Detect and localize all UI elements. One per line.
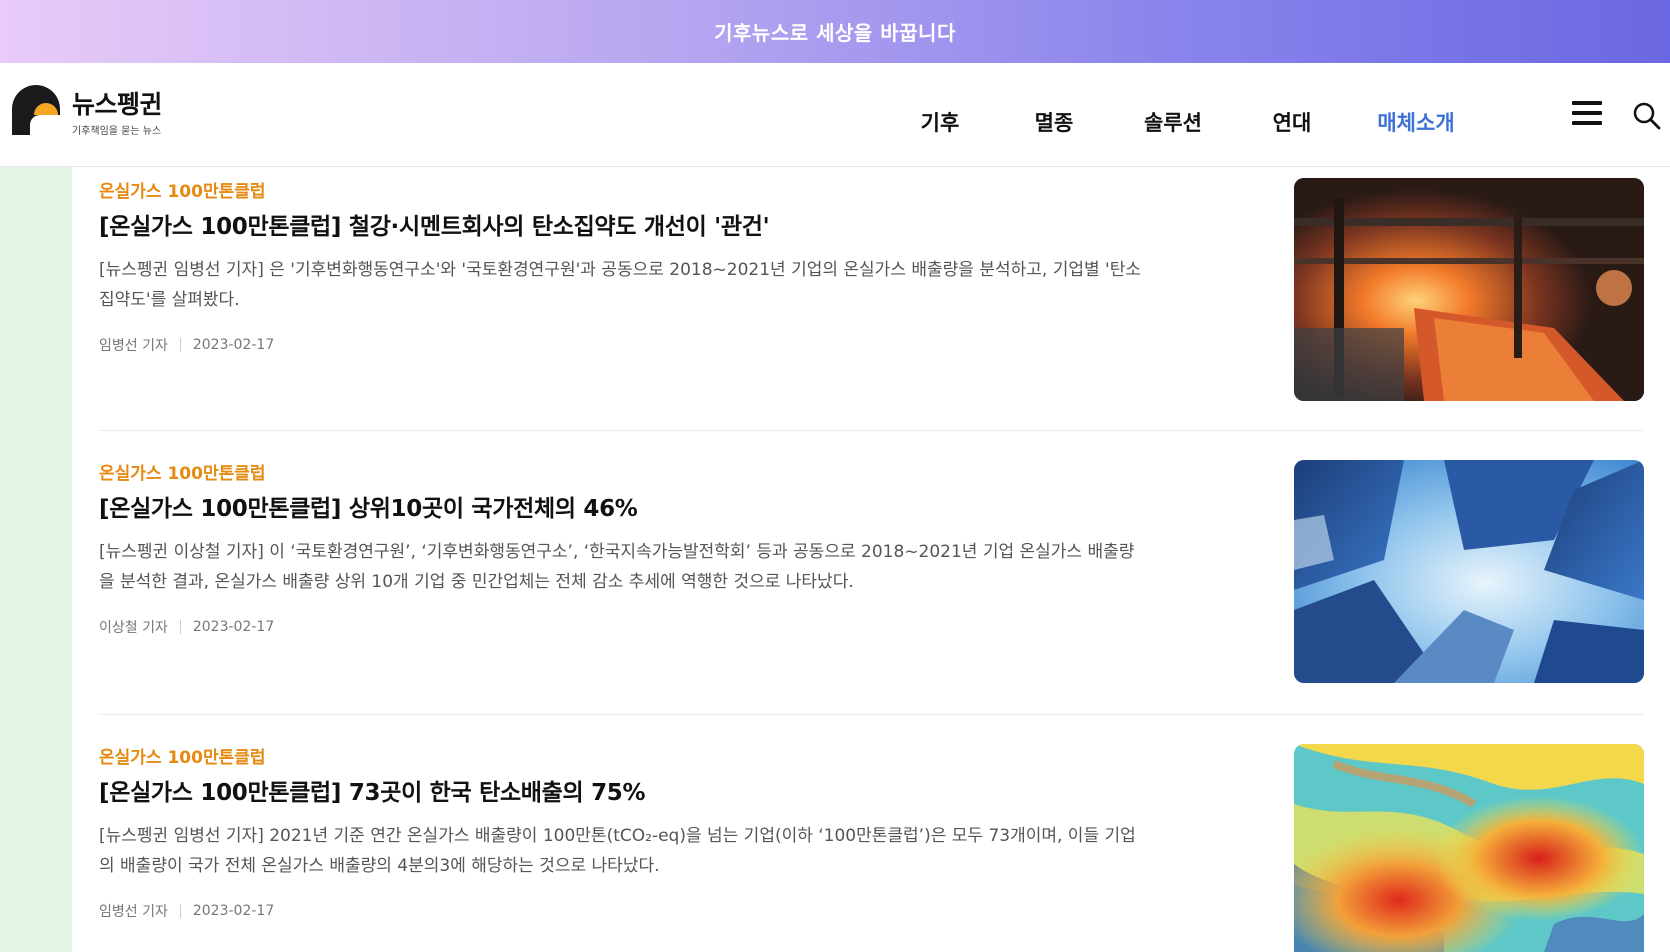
logo-icon: [10, 85, 62, 135]
article-category[interactable]: 온실가스 100만톤클럽: [99, 177, 266, 202]
nav-item-extinction[interactable]: 멸종: [1014, 107, 1094, 137]
site-logo[interactable]: 뉴스펭귄 기후책임을 묻는 뉴스: [10, 85, 163, 137]
article-date: 2023-02-17: [192, 903, 275, 919]
left-side-panel: [0, 167, 72, 952]
logo-tagline: 기후책임을 묻는 뉴스: [72, 126, 162, 137]
article-title[interactable]: [온실가스 100만톤클럽] 73곳이 한국 탄소배출의 75%: [99, 773, 646, 807]
hamburger-menu-icon[interactable]: [1572, 101, 1604, 127]
article-item[interactable]: 온실가스 100만톤클럽 [온실가스 100만톤클럽] 상위10곳이 국가전체의…: [98, 431, 1644, 715]
article-summary[interactable]: [뉴스펭귄 임병선 기자] 2021년 기준 연간 온실가스 배출량이 100만…: [99, 821, 1149, 881]
site-header: 뉴스펭귄 기후책임을 묻는 뉴스 기후 멸종 솔루션 연대 매체소개: [0, 63, 1670, 167]
article-title[interactable]: [온실가스 100만톤클럽] 철강·시멘트회사의 탄소집약도 개선이 '관건': [99, 207, 770, 241]
article-thumbnail-steel-mill[interactable]: [1294, 178, 1644, 401]
article-list: 온실가스 100만톤클럽 [온실가스 100만톤클럽] 철강·시멘트회사의 탄소…: [98, 167, 1644, 952]
main-nav: 기후 멸종 솔루션 연대 매체소개: [900, 107, 1466, 137]
top-banner[interactable]: 기후뉴스로 세상을 바꿉니다: [0, 0, 1670, 63]
article-author: 임병선 기자: [99, 338, 168, 354]
article-item[interactable]: 온실가스 100만톤클럽 [온실가스 100만톤클럽] 73곳이 한국 탄소배출…: [98, 715, 1644, 952]
nav-item-about[interactable]: 매체소개: [1366, 107, 1466, 137]
article-title[interactable]: [온실가스 100만톤클럽] 상위10곳이 국가전체의 46%: [99, 489, 638, 523]
meta-divider: [179, 620, 181, 634]
article-meta: 이상철 기자 2023-02-17: [99, 617, 274, 637]
meta-divider: [179, 904, 181, 918]
nav-item-solidarity[interactable]: 연대: [1252, 107, 1332, 137]
article-meta: 임병선 기자 2023-02-17: [99, 901, 274, 921]
article-thumbnail-skyscrapers[interactable]: [1294, 460, 1644, 683]
article-date: 2023-02-17: [192, 619, 275, 635]
meta-divider: [179, 338, 181, 352]
article-summary[interactable]: [뉴스펭귄 이상철 기자] 이 ‘국토환경연구원’, ‘기후변화행동연구소’, …: [99, 537, 1149, 597]
nav-item-solution[interactable]: 솔루션: [1128, 107, 1218, 137]
article-author: 임병선 기자: [99, 904, 168, 920]
banner-text: 기후뉴스로 세상을 바꿉니다: [714, 21, 956, 45]
logo-name: 뉴스펭귄: [72, 90, 163, 119]
article-category[interactable]: 온실가스 100만톤클럽: [99, 743, 266, 768]
search-icon[interactable]: [1632, 101, 1662, 131]
article-item[interactable]: 온실가스 100만톤클럽 [온실가스 100만톤클럽] 철강·시멘트회사의 탄소…: [98, 167, 1644, 431]
article-category[interactable]: 온실가스 100만톤클럽: [99, 459, 266, 484]
article-meta: 임병선 기자 2023-02-17: [99, 335, 274, 355]
nav-item-climate[interactable]: 기후: [900, 107, 980, 137]
article-summary[interactable]: [뉴스펭귄 임병선 기자] 은 '기후변화행동연구소'와 '국토환경연구원'과 …: [99, 255, 1149, 315]
article-author: 이상철 기자: [99, 620, 168, 636]
article-date: 2023-02-17: [192, 337, 275, 353]
article-thumbnail-emissions-map[interactable]: [1294, 744, 1644, 952]
